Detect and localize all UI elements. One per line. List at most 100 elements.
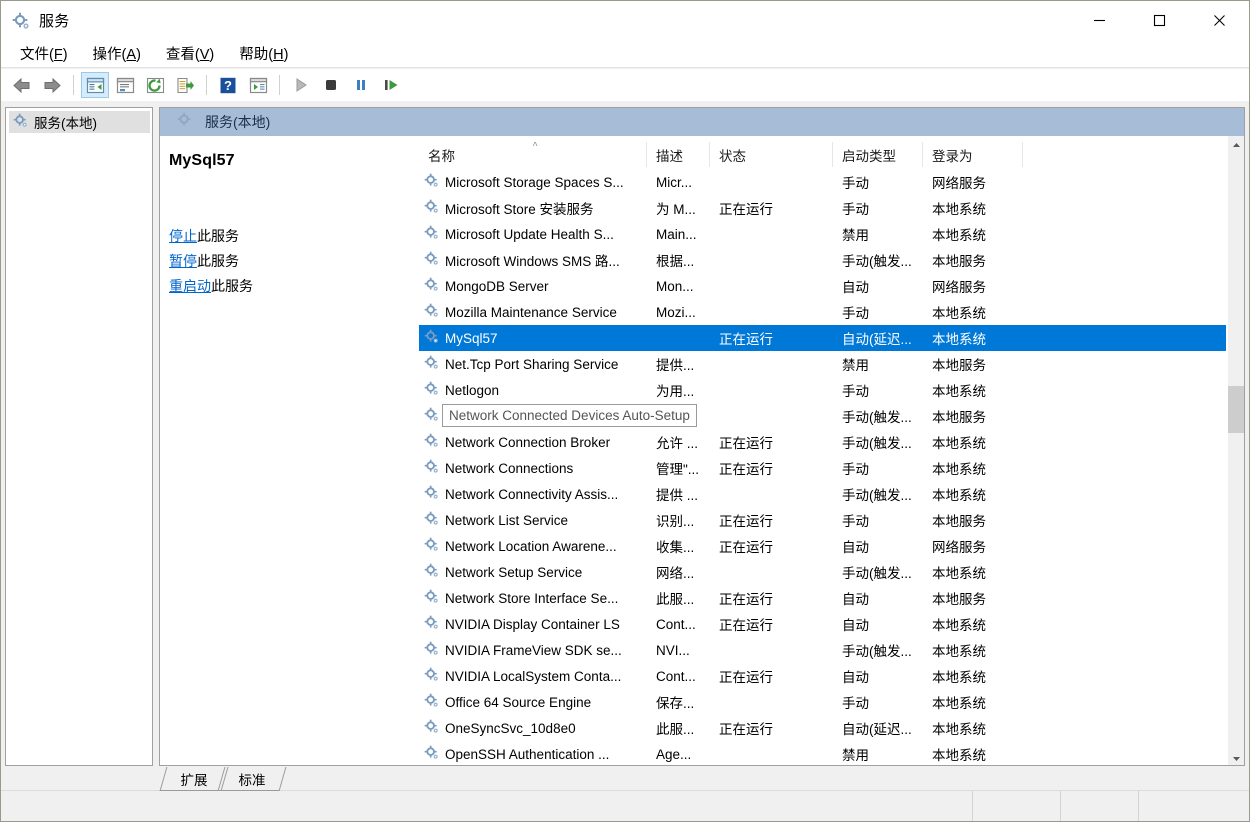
table-row[interactable]: Net.Tcp Port Sharing Service 提供... 禁用 本地服务	[419, 351, 1226, 377]
scroll-up-button[interactable]	[1228, 136, 1244, 153]
table-row[interactable]: Network Setup Service 网络... 手动(触发... 本地系统	[419, 559, 1226, 585]
restart-service-link[interactable]: 重启动	[169, 278, 211, 294]
column-header-startup[interactable]: 启动类型	[833, 142, 923, 167]
cell-text: 手动	[842, 696, 869, 711]
column-header-desc[interactable]: 描述	[647, 142, 710, 167]
table-row[interactable]: NVIDIA Display Container LS Cont... 正在运行 自动…	[419, 611, 1226, 637]
tab-extended[interactable]: 扩展	[159, 767, 229, 791]
restart-service-action[interactable]: 重启动此服务	[169, 274, 253, 299]
close-button[interactable]	[1189, 1, 1249, 40]
table-row[interactable]: OneSyncSvc_10d8e0 此服... 正在运行 自动(延迟... 本地系统	[419, 715, 1226, 741]
cell-text: 本地系统	[932, 748, 986, 763]
cell-status: 正在运行	[710, 195, 833, 221]
menu-file[interactable]: 文件(F)	[11, 40, 77, 67]
back-button[interactable]	[8, 72, 36, 98]
table-row[interactable]: Network Connectivity Assis... 提供 ... 手动(触发…	[419, 481, 1226, 507]
export-list-button[interactable]	[171, 72, 199, 98]
service-action-links: 停止此服务 暂停此服务 重启动此服务	[169, 224, 253, 299]
cell-text: OneSyncSvc_10d8e0	[445, 720, 576, 736]
cell-desc: 允许 ...	[647, 429, 710, 455]
pause-service-action[interactable]: 暂停此服务	[169, 249, 253, 274]
scrollbar-thumb[interactable]	[1228, 386, 1244, 433]
cell-text: 本地系统	[932, 618, 986, 633]
services-gear-icon	[424, 433, 439, 451]
column-header-name[interactable]: ˄ 名称	[419, 142, 647, 167]
cell-text: 此服...	[656, 592, 695, 607]
cell-text: 正在运行	[719, 592, 773, 607]
menu-file-accel: F	[53, 47, 63, 63]
cell-text: Main...	[656, 226, 697, 242]
toolbar-separator-1	[73, 75, 74, 95]
menu-action-label: 操作(	[92, 47, 127, 63]
restart-service-button[interactable]	[377, 72, 405, 98]
stop-service-action[interactable]: 停止此服务	[169, 224, 253, 249]
column-header-status[interactable]: 状态	[710, 142, 833, 167]
tab-standard[interactable]: 标准	[217, 767, 287, 791]
cell-name: NVIDIA Display Container LS	[419, 611, 647, 637]
minimize-button[interactable]	[1069, 1, 1129, 40]
cell-status	[710, 481, 833, 507]
cell-name: MySql57	[419, 325, 647, 351]
show-action-pane-button[interactable]	[244, 72, 272, 98]
table-row[interactable]: Network List Service 识别... 正在运行 手动 本地服务	[419, 507, 1226, 533]
maximize-button[interactable]	[1129, 1, 1189, 40]
cell-text: 自动	[842, 670, 869, 685]
results-pane-title: 服务(本地)	[205, 114, 271, 130]
table-row[interactable]: Network Store Interface Se... 此服... 正在运行 自动…	[419, 585, 1226, 611]
cell-text: 手动(触发...	[842, 644, 912, 659]
table-row[interactable]: Network Connected Devices...手动(触发...本地服务…	[419, 403, 1226, 429]
pause-service-button[interactable]	[347, 72, 375, 98]
table-row[interactable]: NVIDIA LocalSystem Conta... Cont... 正在运行 自动…	[419, 663, 1226, 689]
forward-button[interactable]	[38, 72, 66, 98]
cell-name: Network Connection Broker	[419, 429, 647, 455]
services-gear-icon	[177, 112, 193, 133]
cell-text: 本地系统	[932, 436, 986, 451]
menu-help[interactable]: 帮助(H)	[230, 40, 297, 67]
cell-startup: 手动	[833, 507, 923, 533]
cell-desc: Mozi...	[647, 299, 710, 325]
stop-service-button[interactable]	[317, 72, 345, 98]
scroll-down-button[interactable]	[1228, 750, 1244, 765]
stop-service-link[interactable]: 停止	[169, 228, 197, 244]
tree-node-services-local[interactable]: 服务(本地)	[9, 111, 150, 133]
table-row[interactable]: Mozilla Maintenance Service Mozi... 手动 本地系统	[419, 299, 1226, 325]
cell-text: 网络服务	[932, 280, 986, 295]
table-row[interactable]: Netlogon 为用... 手动 本地系统	[419, 377, 1226, 403]
table-row[interactable]: Network Connection Broker 允许 ... 正在运行 手动(触发…	[419, 429, 1226, 455]
cell-desc: Mon...	[647, 273, 710, 299]
list-vertical-scrollbar[interactable]	[1227, 136, 1244, 765]
cell-startup: 手动(触发...	[833, 429, 923, 455]
table-row[interactable]: Microsoft Storage Spaces S... Micr... 手动 网络…	[419, 169, 1226, 195]
table-row[interactable]: Office 64 Source Engine 保存... 手动 本地系统	[419, 689, 1226, 715]
table-row[interactable]: NVIDIA FrameView SDK se... NVI... 手动(触发...…	[419, 637, 1226, 663]
cell-text: 手动(触发...	[842, 566, 912, 581]
cell-logon: 本地系统	[923, 715, 1023, 741]
table-row[interactable]: OpenSSH Authentication ... Age... 禁用 本地系统	[419, 741, 1226, 765]
table-row[interactable]: MySql57 正在运行 自动(延迟... 本地系统	[419, 325, 1226, 351]
show-hide-tree-button[interactable]	[81, 72, 109, 98]
table-row[interactable]: Microsoft Store 安装服务 为 M... 正在运行 手动 本地系统	[419, 195, 1226, 221]
cell-text: NVIDIA Display Container LS	[445, 616, 620, 632]
table-row[interactable]: Network Location Awarene... 收集... 正在运行 自动 网络…	[419, 533, 1226, 559]
cell-status: 正在运行	[710, 715, 833, 741]
cell-desc: 根据...	[647, 247, 710, 273]
list-rows: Microsoft Storage Spaces S... Micr... 手动 网络…	[419, 169, 1226, 765]
table-row[interactable]: Microsoft Windows SMS 路... 根据... 手动(触发... 本…	[419, 247, 1226, 273]
cell-name: Netlogon	[419, 377, 647, 403]
menu-action-accel: A	[126, 47, 137, 63]
table-row[interactable]: Network Connections 管理"... 正在运行 手动 本地系统	[419, 455, 1226, 481]
help-button[interactable]: ?	[214, 72, 242, 98]
table-row[interactable]: Microsoft Update Health S... Main... 禁用 本地系…	[419, 221, 1226, 247]
start-service-button[interactable]	[287, 72, 315, 98]
properties-button[interactable]	[111, 72, 139, 98]
pause-service-link[interactable]: 暂停	[169, 253, 197, 269]
column-header-logon[interactable]: 登录为	[923, 142, 1023, 167]
cell-text: 本地服务	[932, 514, 986, 529]
menu-action[interactable]: 操作(A)	[84, 40, 150, 67]
cell-name: Network List Service	[419, 507, 647, 533]
refresh-button[interactable]	[141, 72, 169, 98]
table-row[interactable]: MongoDB Server Mon... 自动 网络服务	[419, 273, 1226, 299]
menu-view[interactable]: 查看(V)	[157, 40, 223, 67]
services-gear-icon	[424, 511, 439, 529]
cell-startup: 手动	[833, 377, 923, 403]
